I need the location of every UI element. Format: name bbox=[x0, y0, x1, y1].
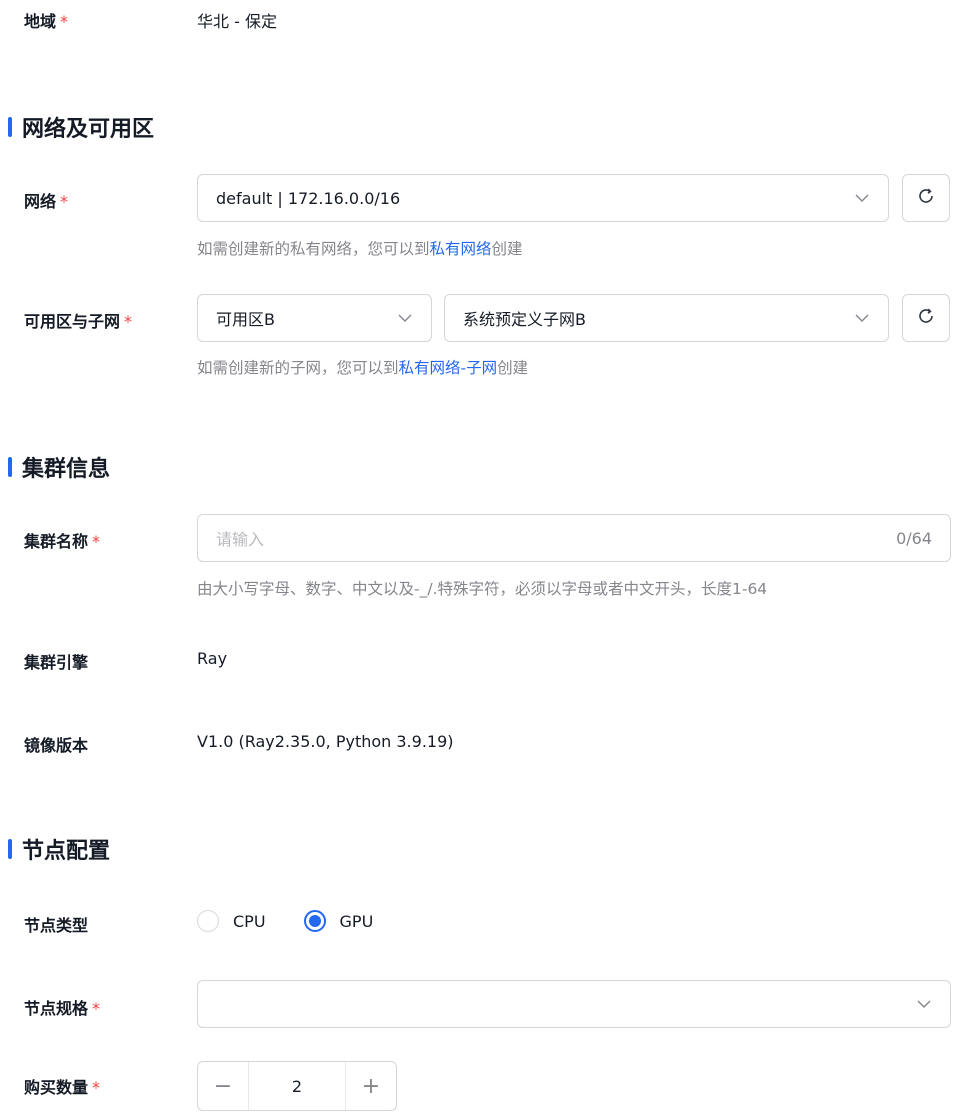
section-title: 节点配置 bbox=[22, 839, 111, 864]
required-mark: * bbox=[92, 1078, 101, 1097]
section-bar bbox=[8, 839, 12, 859]
section-title: 网络及可用区 bbox=[22, 117, 155, 142]
decrement-button[interactable]: − bbox=[198, 1062, 248, 1110]
vpc-subnet-link[interactable]: 私有网络-子网 bbox=[399, 359, 498, 377]
node-spec-label: 节点规格 * bbox=[24, 999, 101, 1018]
subnet-hint: 如需创建新的子网，您可以到私有网络-子网创建 bbox=[197, 359, 529, 377]
refresh-icon bbox=[916, 186, 936, 210]
chevron-down-icon bbox=[916, 996, 932, 1012]
section-cluster-header: 集群信息 bbox=[0, 451, 110, 483]
vpc-link[interactable]: 私有网络 bbox=[430, 240, 492, 258]
chevron-down-icon bbox=[854, 310, 870, 326]
required-mark: * bbox=[124, 312, 133, 331]
cluster-name-hint: 由大小写字母、数字、中文以及-_/.特殊字符，必须以字母或者中文开头，长度1-6… bbox=[197, 580, 768, 598]
section-node-header: 节点配置 bbox=[0, 833, 110, 865]
radio-dot bbox=[308, 915, 321, 927]
network-hint: 如需创建新的私有网络，您可以到私有网络创建 bbox=[197, 240, 523, 258]
zone-select[interactable]: 可用区B bbox=[197, 294, 432, 342]
engine-label: 集群引擎 bbox=[24, 653, 89, 672]
image-label: 镜像版本 bbox=[24, 736, 89, 755]
section-bar bbox=[8, 457, 12, 477]
required-mark: * bbox=[60, 192, 69, 211]
quantity-value[interactable]: 2 bbox=[248, 1062, 346, 1110]
increment-button[interactable]: + bbox=[346, 1062, 396, 1110]
radio-gpu[interactable]: GPU bbox=[303, 910, 373, 932]
cluster-name-placeholder: 请输入 bbox=[216, 530, 265, 549]
cluster-name-input[interactable]: 请输入 0/64 bbox=[197, 514, 951, 562]
section-network-header: 网络及可用区 bbox=[0, 111, 154, 143]
network-select[interactable]: default | 172.16.0.0/16 bbox=[197, 174, 889, 222]
cluster-name-label: 集群名称 * bbox=[24, 532, 101, 551]
char-counter: 0/64 bbox=[896, 528, 932, 548]
subnet-refresh-button[interactable] bbox=[902, 294, 950, 342]
region-label: 地域 * bbox=[24, 12, 69, 31]
required-mark: * bbox=[60, 12, 69, 31]
required-mark: * bbox=[92, 999, 101, 1018]
quantity-stepper: − 2 + bbox=[197, 1061, 397, 1111]
section-bar bbox=[8, 117, 12, 137]
radio-circle-selected bbox=[303, 910, 326, 932]
region-value: 华北 - 保定 bbox=[197, 12, 277, 31]
quantity-label: 购买数量 * bbox=[24, 1078, 101, 1097]
radio-circle bbox=[197, 910, 219, 932]
node-spec-select[interactable] bbox=[197, 980, 951, 1028]
node-type-radio-group: CPU GPU bbox=[197, 910, 411, 932]
chevron-down-icon bbox=[397, 310, 413, 326]
radio-cpu[interactable]: CPU bbox=[197, 910, 266, 932]
engine-value: Ray bbox=[197, 649, 228, 668]
refresh-icon bbox=[916, 306, 936, 330]
subnet-select[interactable]: 系统预定义子网B bbox=[444, 294, 889, 342]
image-value: V1.0 (Ray2.35.0, Python 3.9.19) bbox=[197, 732, 454, 751]
zone-subnet-label: 可用区与子网 * bbox=[24, 312, 133, 331]
section-title: 集群信息 bbox=[22, 457, 111, 482]
network-label: 网络 * bbox=[24, 192, 69, 211]
chevron-down-icon bbox=[854, 190, 870, 206]
required-mark: * bbox=[92, 532, 101, 551]
node-type-label: 节点类型 bbox=[24, 916, 89, 935]
network-refresh-button[interactable] bbox=[902, 174, 950, 222]
